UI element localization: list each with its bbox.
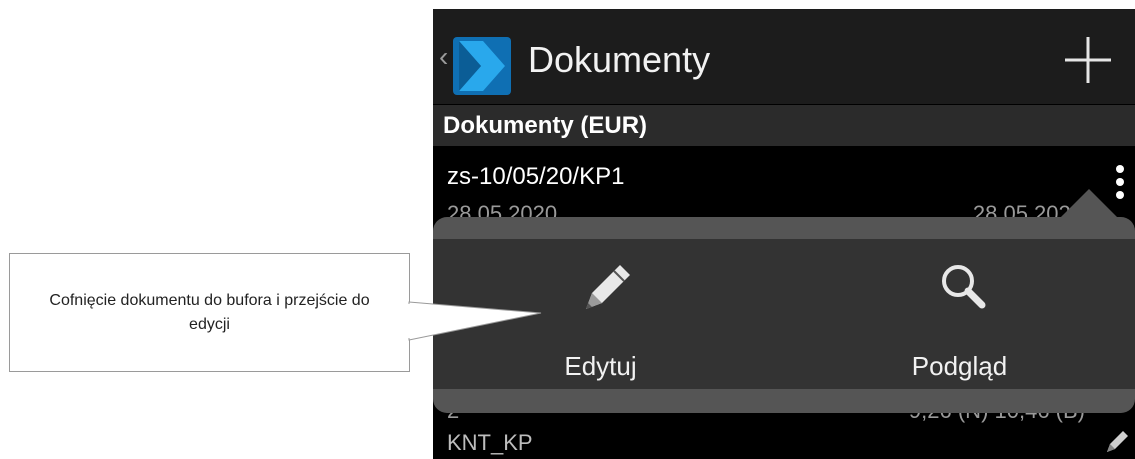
preview-button[interactable]: Podgląd <box>784 239 1135 389</box>
section-header: Dokumenty (EUR) <box>433 105 1135 146</box>
annotation-callout: Cofnięcie dokumentu do bufora i przejści… <box>9 253 410 372</box>
app-logo-icon[interactable] <box>453 37 511 95</box>
action-bar: ‹ Dokumenty <box>433 9 1135 104</box>
document-number: zs-10/05/20/KP1 <box>447 163 625 190</box>
document-code: KNT_KP <box>447 430 533 455</box>
pencil-icon[interactable] <box>1103 428 1131 456</box>
chevron-left-icon[interactable]: ‹ <box>439 37 448 77</box>
plus-icon[interactable] <box>1059 31 1117 89</box>
preview-label: Podgląd <box>911 351 1008 381</box>
edit-label: Edytuj <box>564 351 637 381</box>
popup-menu: Edytuj Podgląd <box>433 217 1135 413</box>
search-icon <box>942 265 986 309</box>
edit-button[interactable]: Edytuj <box>433 239 784 389</box>
popup-body: Edytuj Podgląd <box>433 239 1135 389</box>
page-title: Dokumenty <box>528 39 711 80</box>
pencil-icon <box>586 265 630 309</box>
popup-arrow <box>1061 189 1117 217</box>
phone-screen: ‹ Dokumenty Dokumenty (EUR) zs-10/05/20/… <box>433 9 1135 459</box>
callout-text: Cofnięcie dokumentu do bufora i przejści… <box>49 291 370 333</box>
